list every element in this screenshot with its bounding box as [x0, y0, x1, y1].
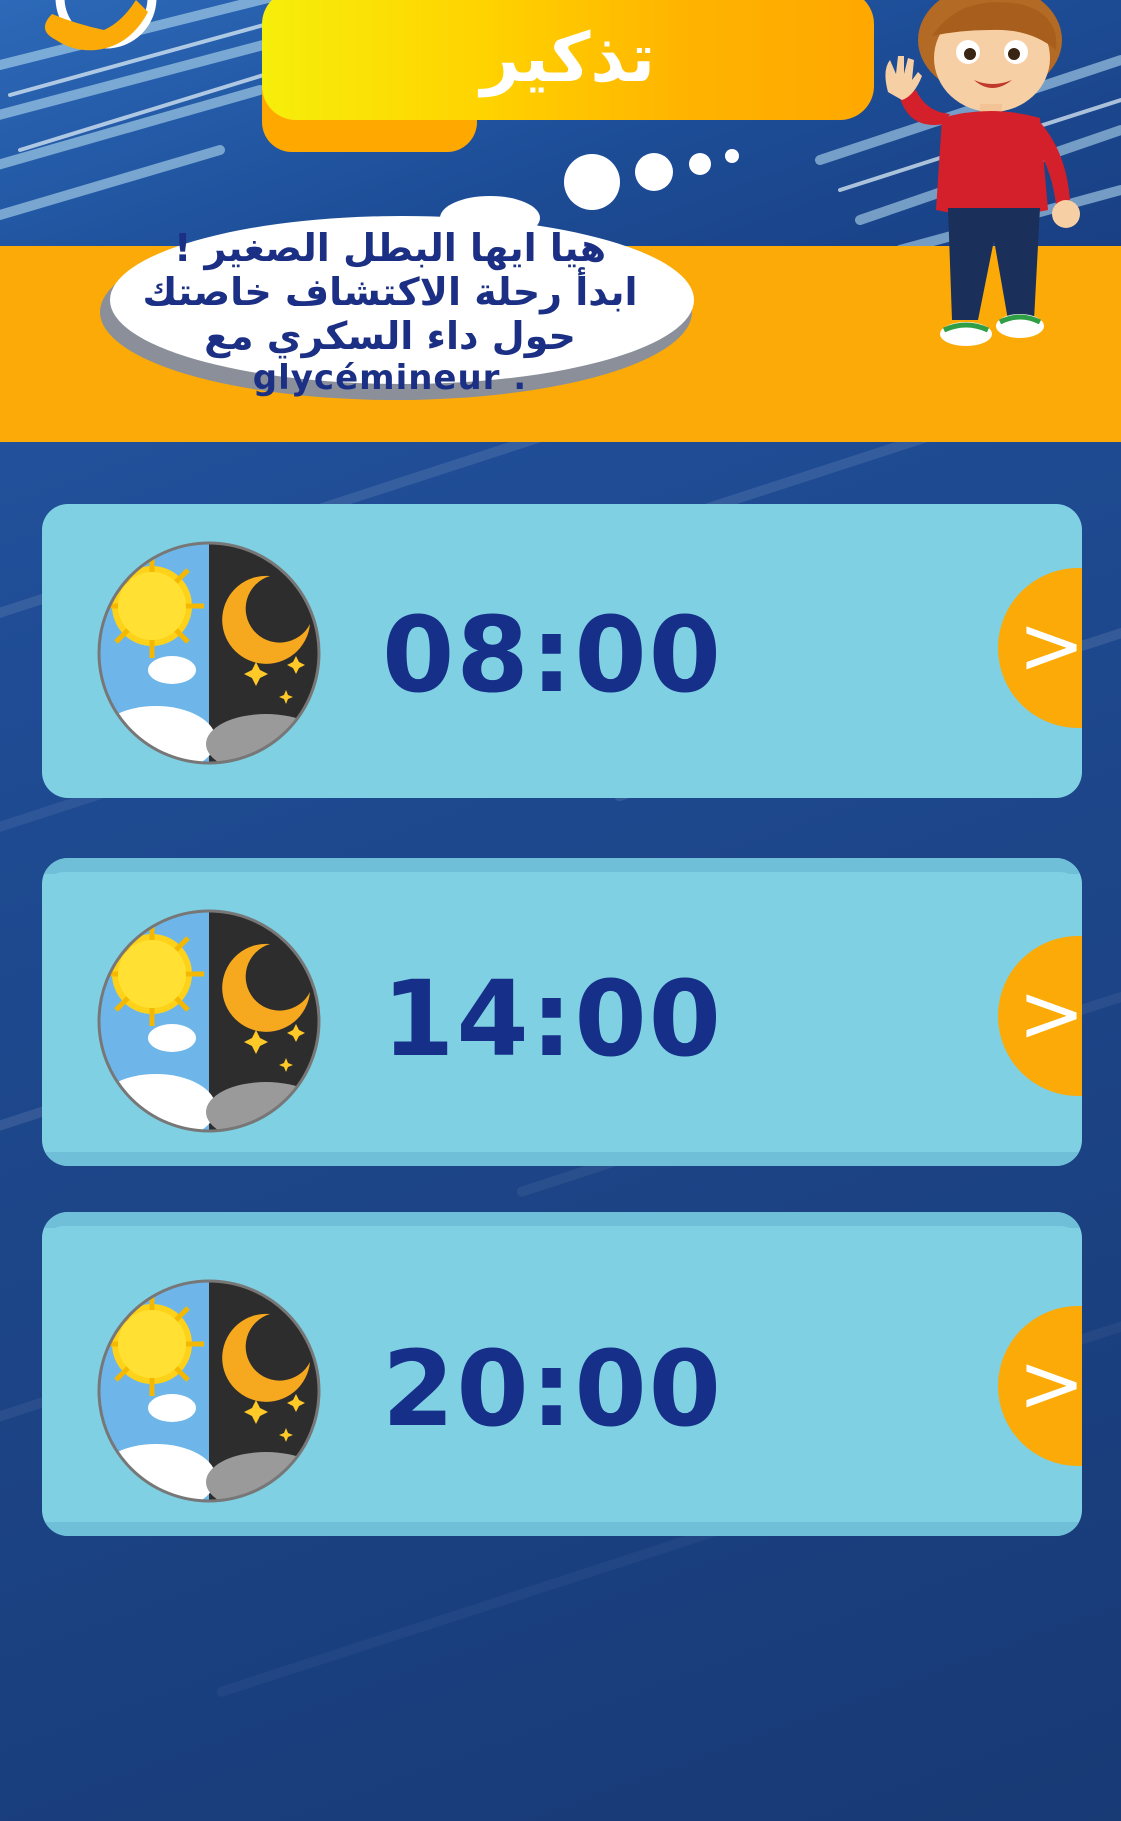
reminder-card[interactable]: 14:00 >: [42, 858, 1082, 1166]
reminder-time: 14:00: [382, 958, 724, 1080]
card-bottom-edge: [42, 1522, 1082, 1536]
back-button[interactable]: [26, 0, 176, 60]
reminder-time: 20:00: [382, 1328, 724, 1450]
day-night-icon: [97, 541, 321, 765]
brand-name: glycémineur .: [252, 358, 528, 398]
speech-bubble-text: هيا ايها البطل الصغير ! ابدأ رحلة الاكتش…: [130, 226, 650, 398]
bubble-line-2: ابدأ رحلة الاكتشاف خاصتك: [142, 270, 638, 314]
boy-mascot-illustration: [885, 0, 1080, 346]
reminder-card[interactable]: 20:00 >: [42, 1212, 1082, 1536]
day-night-icon: [97, 909, 321, 1133]
chevron-right-icon: >: [1018, 1337, 1082, 1430]
chevron-right-icon: >: [1018, 967, 1082, 1060]
chevron-right-icon: >: [1018, 599, 1082, 692]
card-bottom-edge: [42, 1152, 1082, 1166]
day-night-icon: [97, 1279, 321, 1503]
bubble-line-1: هيا ايها البطل الصغير !: [173, 226, 607, 270]
bubble-line-3: حول داء السكري مع: [204, 314, 576, 358]
reminder-time: 08:00: [382, 594, 724, 716]
reminder-card[interactable]: 08:00 >: [42, 504, 1082, 798]
page-title: تذكير: [480, 18, 656, 98]
